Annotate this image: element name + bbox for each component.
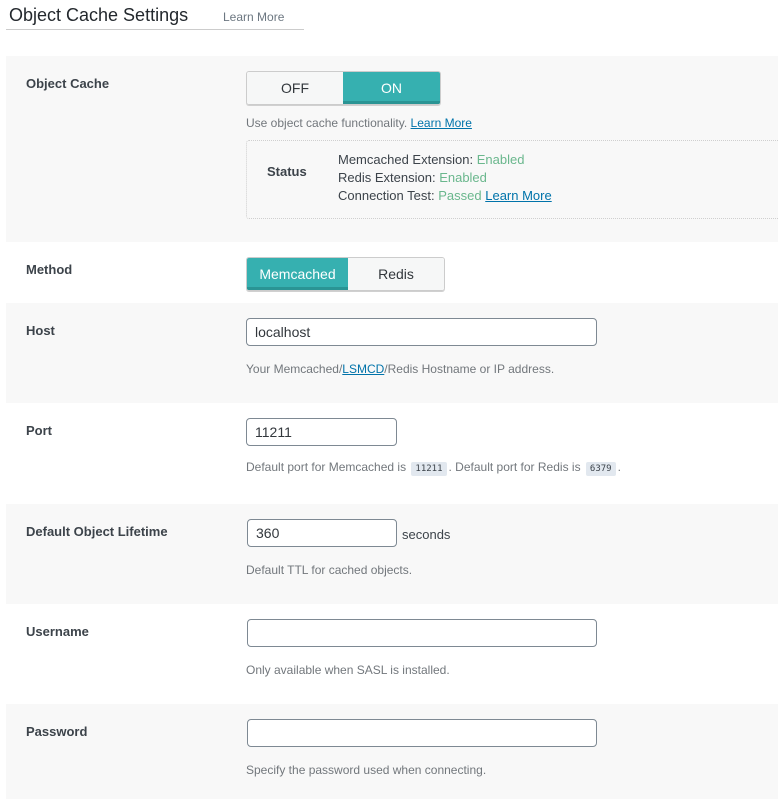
lifetime-unit: seconds [402,527,451,542]
toggle-off-button[interactable]: OFF [247,72,343,104]
page-title: Object Cache Settings [9,5,189,25]
password-input[interactable] [247,719,597,747]
toggle-on-button[interactable]: ON [343,72,440,104]
page-header: Object Cache Settings Learn More [6,0,304,30]
object-cache-description: Use object cache functionality. Learn Mo… [246,116,472,130]
method-redis-button[interactable]: Redis [348,258,444,290]
status-label: Status [267,164,307,179]
object-cache-label: Object Cache [26,76,110,91]
lifetime-row: Default Object Lifetime seconds Default … [6,504,778,604]
object-cache-learn-more-link[interactable]: Learn More [411,116,472,130]
port-input[interactable] [246,418,397,446]
username-row: Username Only available when SASL is ins… [6,604,778,704]
username-input[interactable] [247,619,597,647]
method-toggle[interactable]: Memcached Redis [246,257,445,291]
status-connection-test: Connection Test: Passed Learn More [338,188,552,203]
method-label: Method [26,262,73,277]
status-value: Enabled [476,152,525,167]
status-box: Status Memcached Extension: Enabled Redi… [246,140,778,219]
status-learn-more-link[interactable]: Learn More [485,188,551,203]
lsmcd-link[interactable]: LSMCD [342,362,384,376]
password-description: Specify the password used when connectin… [246,763,487,777]
port-description: Default port for Memcached is 11211. Def… [246,460,621,476]
method-row: Method Memcached Redis [6,242,778,303]
status-value: Passed [438,188,482,203]
status-redis: Redis Extension: Enabled [338,170,487,185]
password-label: Password [26,724,88,739]
redis-port-code: 6379 [585,462,616,476]
object-cache-row: Object Cache OFF ON Use object cache fun… [6,56,778,242]
password-row: Password Specify the password used when … [6,704,778,799]
status-memcached: Memcached Extension: Enabled [338,152,525,167]
status-lines: Memcached Extension: Enabled Redis Exten… [338,151,552,205]
host-label: Host [26,323,55,338]
username-description: Only available when SASL is installed. [246,663,450,677]
host-description: Your Memcached/LSMCD/Redis Hostname or I… [246,362,555,376]
status-value: Enabled [439,170,487,185]
memcached-port-code: 11211 [411,462,447,476]
lifetime-label: Default Object Lifetime [26,524,168,539]
port-label: Port [26,423,52,438]
host-input[interactable] [246,318,597,346]
port-row: Port Default port for Memcached is 11211… [6,403,778,504]
lifetime-description: Default TTL for cached objects. [246,563,413,577]
method-memcached-button[interactable]: Memcached [247,258,348,290]
host-row: Host Your Memcached/LSMCD/Redis Hostname… [6,303,778,403]
object-cache-toggle[interactable]: OFF ON [246,71,441,105]
header-learn-more-link[interactable]: Learn More [223,10,284,24]
lifetime-input[interactable] [247,519,397,547]
username-label: Username [26,624,89,639]
